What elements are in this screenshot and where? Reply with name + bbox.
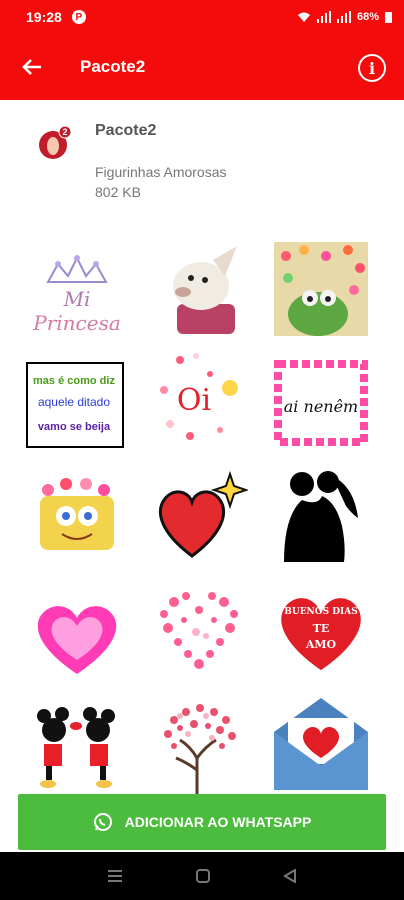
buenos-dias-heart-icon: BUENOS DIAS TE AMO [278, 595, 364, 674]
home-icon[interactable] [195, 869, 210, 883]
info-icon: i [368, 58, 376, 78]
sticker-mi-princesa-line1: Mi [63, 287, 91, 311]
sticker-oi-text: Oi [177, 383, 211, 418]
signal-icon-2 [336, 11, 351, 23]
oi-hearts-icon: Oi [160, 353, 238, 440]
sticker-a-nenem-text: ai nenêm [284, 397, 358, 416]
sticker-buenos-dias-te-amo[interactable]: BUENOS DIAS TE AMO [272, 580, 370, 678]
wifi-icon [297, 12, 310, 22]
heart-sparkle-icon [159, 470, 248, 558]
sticker-heart-of-hearts[interactable] [150, 580, 248, 678]
sticker-mickey-minnie-kiss[interactable] [28, 702, 126, 800]
a-nenem-icon: ai nenêm [274, 360, 368, 446]
sticker-buenos-line1: BUENOS DIAS [284, 607, 358, 617]
pink-heart-icon [37, 606, 117, 674]
tiara-icon: Mi Princesa [32, 255, 121, 335]
signal-icon [316, 11, 331, 23]
status-time: 19:28 [26, 9, 62, 25]
pack-tray-icon: 2 [39, 126, 72, 159]
pack-header [0, 100, 404, 220]
sticker-red-heart-sparkle[interactable] [150, 468, 248, 566]
spongebob-icon [40, 478, 114, 550]
app-notification-icon: P [71, 10, 86, 24]
couple-icon [284, 471, 358, 562]
add-to-whatsapp-button[interactable]: ADICIONAR AO WHATSAPP [18, 794, 386, 850]
sticker-love-envelope[interactable] [272, 696, 370, 794]
system-nav-bar [0, 852, 404, 900]
info-button[interactable]: i [358, 54, 386, 82]
battery-icon [385, 12, 392, 23]
app-title: Pacote2 [80, 57, 146, 76]
app-bar: Pacote2 i [0, 34, 404, 100]
pack-publisher: Figurinhas Amorosas [95, 164, 227, 180]
sticker-oi-hearts[interactable]: Oi [150, 350, 248, 448]
back-nav-icon[interactable] [283, 869, 297, 883]
pack-icon-badge: 2 [62, 127, 67, 137]
whatsapp-icon [93, 813, 112, 831]
sticker-dito-line2: aquele ditado [38, 395, 110, 409]
status-icons: 68% [297, 11, 392, 23]
pack-size: 802 KB [95, 184, 141, 200]
sticker-kermit-hearts[interactable] [272, 240, 370, 338]
back-button[interactable] [4, 34, 60, 100]
sticker-dito-line1: mas é como diz [33, 375, 115, 387]
arrow-back-icon [22, 59, 41, 75]
recents-icon[interactable] [107, 869, 123, 883]
sticker-couple-silhouette[interactable] [272, 466, 370, 564]
pack-name: Pacote2 [95, 122, 157, 139]
mickey-minnie-icon [37, 707, 115, 788]
heart-of-hearts-icon [160, 592, 238, 669]
sticker-mi-princesa-line2: Princesa [32, 311, 121, 335]
status-bar: 19:28 P 68% [0, 0, 404, 34]
dito-frame: mas é como diz aquele ditado vamo se bei… [26, 362, 124, 448]
sticker-spongebob-hearts[interactable] [28, 470, 126, 568]
sticker-buenos-line3: AMO [305, 638, 337, 651]
sticker-heart-tree[interactable] [150, 700, 248, 798]
sticker-pink-heart[interactable] [28, 584, 126, 682]
dog-icon [173, 246, 237, 334]
sticker-a-nenem[interactable]: ai nenêm [272, 354, 370, 452]
sticker-mi-princesa[interactable]: Mi Princesa [28, 242, 126, 340]
heart-tree-icon [164, 704, 236, 796]
envelope-icon [274, 698, 368, 790]
sticker-dito-line3: vamo se beija [38, 421, 111, 433]
kermit-icon [274, 242, 368, 336]
add-to-whatsapp-label: ADICIONAR AO WHATSAPP [124, 814, 312, 830]
sticker-buenos-line2: TE [313, 622, 330, 635]
sticker-chihuahua-dog[interactable] [155, 240, 253, 338]
sticker-dito-text[interactable]: mas é como diz aquele ditado vamo se bei… [26, 356, 124, 454]
battery-percent: 68% [356, 11, 379, 23]
